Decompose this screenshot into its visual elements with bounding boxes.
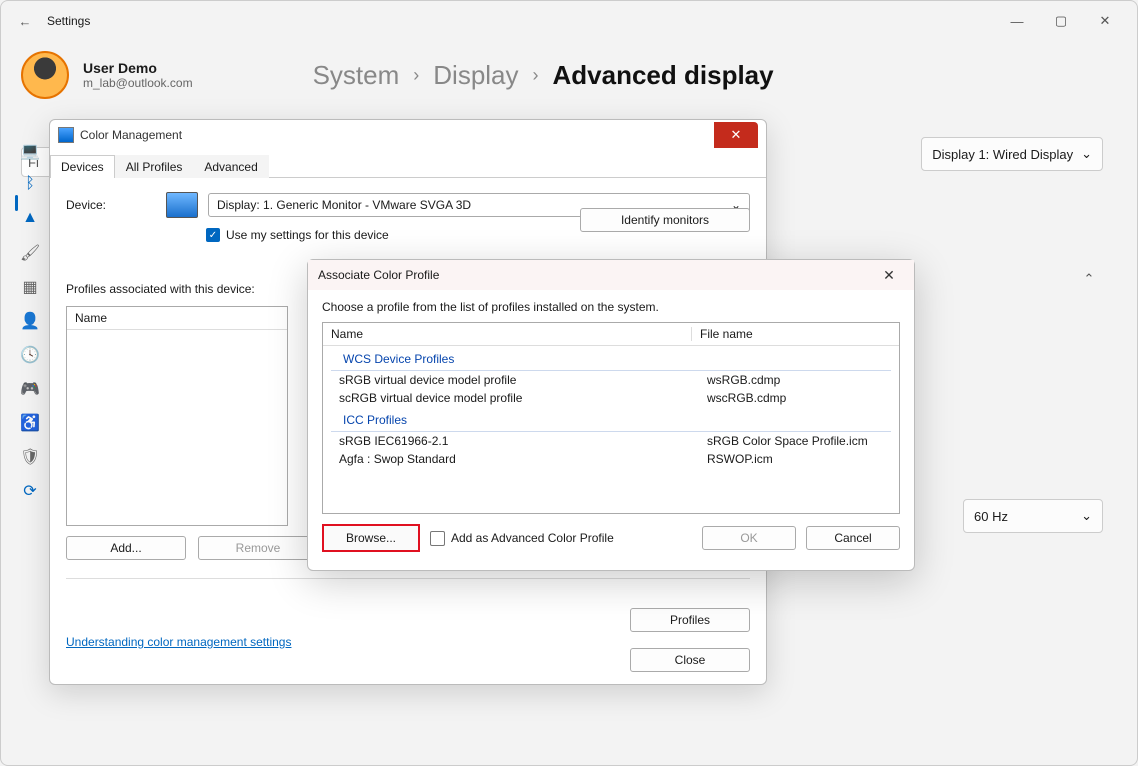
close-window-button[interactable]: ✕ bbox=[1083, 6, 1127, 36]
list-item[interactable]: sRGB IEC61966-2.1sRGB Color Space Profil… bbox=[323, 432, 899, 450]
settings-window: ← Settings ― ▢ ✕ User Demo m_lab@outlook… bbox=[0, 0, 1138, 766]
bluetooth-icon[interactable]: ᛒ bbox=[20, 175, 40, 195]
cancel-button[interactable]: Cancel bbox=[806, 526, 900, 550]
tabs: Devices All Profiles Advanced bbox=[50, 154, 766, 178]
breadcrumb-advanced-display: Advanced display bbox=[553, 60, 774, 91]
chevron-down-icon: ⌄ bbox=[1081, 146, 1092, 162]
update-icon[interactable]: ⟳ bbox=[20, 481, 40, 501]
section-collapse-toggle[interactable]: ⌃ bbox=[1075, 265, 1103, 293]
color-management-icon bbox=[58, 127, 74, 143]
dialog-message: Choose a profile from the list of profil… bbox=[322, 300, 900, 314]
list-item[interactable]: scRGB virtual device model profilewscRGB… bbox=[323, 389, 899, 407]
tab-all-profiles[interactable]: All Profiles bbox=[115, 155, 194, 178]
profile-category: WCS Device Profiles bbox=[331, 348, 891, 371]
associated-profiles-list[interactable]: Name bbox=[66, 306, 288, 526]
breadcrumb: System › Display › Advanced display bbox=[313, 60, 774, 91]
identify-monitors-button[interactable]: Identify monitors bbox=[580, 208, 750, 232]
understanding-link[interactable]: Understanding color management settings bbox=[66, 635, 291, 649]
chevron-right-icon: › bbox=[413, 65, 419, 86]
display-select-label: Display 1: Wired Display bbox=[932, 147, 1073, 162]
maximize-button[interactable]: ▢ bbox=[1039, 6, 1083, 36]
avatar[interactable] bbox=[21, 51, 69, 99]
add-button[interactable]: Add... bbox=[66, 536, 186, 560]
time-icon[interactable]: 🕓 bbox=[20, 345, 40, 365]
refresh-rate-select[interactable]: 60 Hz ⌄ bbox=[963, 499, 1103, 533]
chevron-right-icon: › bbox=[533, 65, 539, 86]
dialog-title: Associate Color Profile bbox=[318, 268, 439, 282]
checkmark-icon: ✓ bbox=[206, 228, 220, 242]
refresh-rate-value: 60 Hz bbox=[974, 509, 1008, 524]
browse-button[interactable]: Browse... bbox=[322, 524, 420, 552]
chevron-down-icon: ⌄ bbox=[1081, 508, 1092, 524]
breadcrumb-system[interactable]: System bbox=[313, 60, 400, 91]
titlebar: ← Settings ― ▢ ✕ bbox=[1, 1, 1137, 41]
close-button[interactable]: Close bbox=[630, 648, 750, 672]
close-icon[interactable]: ✕ bbox=[714, 122, 758, 148]
profiles-button[interactable]: Profiles bbox=[630, 608, 750, 632]
minimize-button[interactable]: ― bbox=[995, 6, 1039, 36]
associate-color-profile-dialog: Associate Color Profile ✕ Choose a profi… bbox=[307, 259, 915, 571]
accounts-icon[interactable]: 👤 bbox=[20, 311, 40, 331]
system-icon[interactable]: 💻 bbox=[20, 141, 40, 161]
profile-list[interactable]: Name File name WCS Device Profiles sRGB … bbox=[322, 322, 900, 514]
header: User Demo m_lab@outlook.com System › Dis… bbox=[1, 41, 1137, 119]
list-item[interactable]: sRGB virtual device model profilewsRGB.c… bbox=[323, 371, 899, 389]
checkbox-icon bbox=[430, 531, 445, 546]
privacy-icon[interactable]: 🛡 bbox=[20, 447, 40, 467]
monitor-icon bbox=[166, 192, 198, 218]
column-header-name[interactable]: Name bbox=[323, 327, 692, 341]
ok-button: OK bbox=[702, 526, 796, 550]
column-header-name[interactable]: Name bbox=[67, 307, 287, 330]
close-icon[interactable]: ✕ bbox=[874, 267, 904, 284]
user-email: m_lab@outlook.com bbox=[83, 76, 193, 90]
accessibility-icon[interactable]: ♿ bbox=[20, 413, 40, 433]
display-select[interactable]: Display 1: Wired Display ⌄ bbox=[921, 137, 1103, 171]
personalization-icon[interactable]: 🖌 bbox=[20, 243, 40, 263]
tab-devices[interactable]: Devices bbox=[50, 155, 115, 178]
user-name: User Demo bbox=[83, 60, 193, 76]
dialog-title: Color Management bbox=[80, 128, 182, 142]
remove-button: Remove bbox=[198, 536, 318, 560]
sidebar: 💻 ᛒ ▲ 🖌 ▦ 👤 🕓 🎮 ♿ 🛡 ⟳ bbox=[15, 141, 45, 501]
back-button[interactable]: ← bbox=[11, 7, 39, 35]
column-header-filename[interactable]: File name bbox=[692, 327, 753, 341]
add-advanced-checkbox[interactable]: Add as Advanced Color Profile bbox=[430, 531, 614, 546]
list-item[interactable]: Agfa : Swop StandardRSWOP.icm bbox=[323, 450, 899, 468]
network-icon[interactable]: ▲ bbox=[20, 209, 40, 229]
breadcrumb-display[interactable]: Display bbox=[433, 60, 518, 91]
profile-category: ICC Profiles bbox=[331, 409, 891, 432]
tab-advanced[interactable]: Advanced bbox=[193, 155, 268, 178]
gaming-icon[interactable]: 🎮 bbox=[20, 379, 40, 399]
divider bbox=[66, 578, 750, 579]
app-title: Settings bbox=[47, 14, 90, 28]
apps-icon[interactable]: ▦ bbox=[20, 277, 40, 297]
device-label: Device: bbox=[66, 198, 156, 212]
